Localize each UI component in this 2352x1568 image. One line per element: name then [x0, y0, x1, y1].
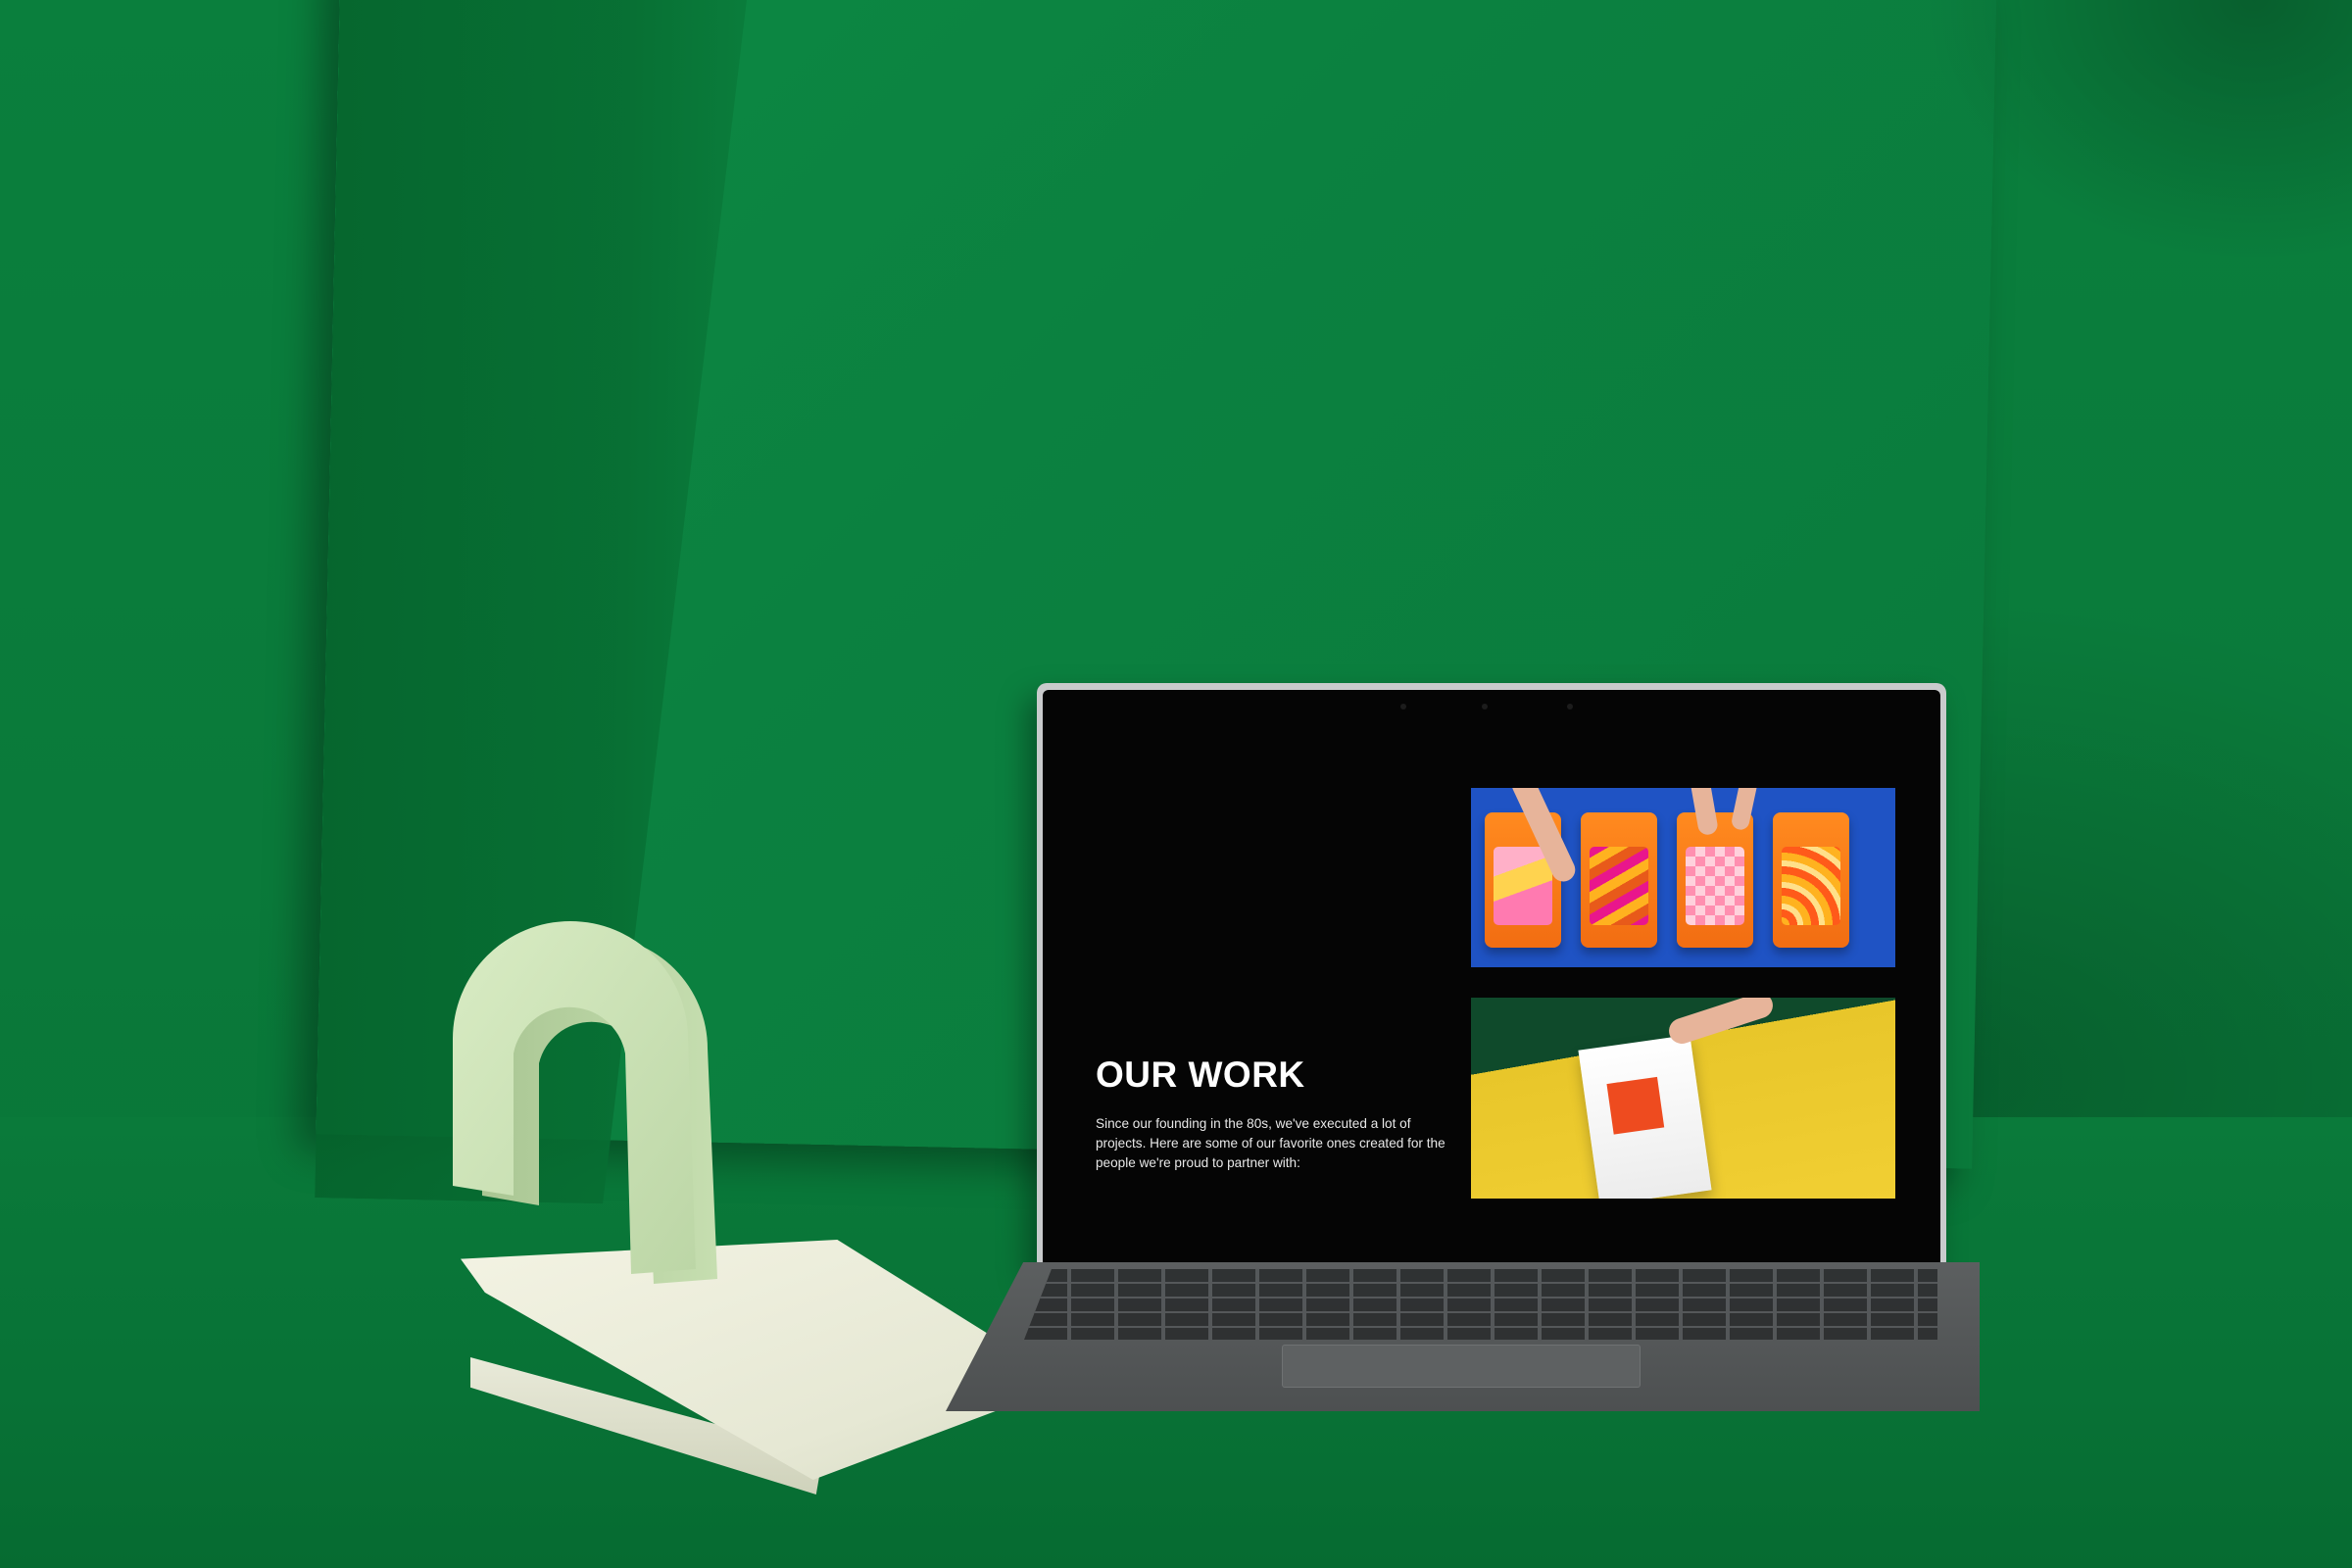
camera-sensor: [1400, 704, 1406, 710]
tray: [1677, 812, 1753, 948]
hand: [1665, 998, 1777, 1048]
camera-lens: [1482, 704, 1488, 710]
page-description: Since our founding in the 80s, we've exe…: [1096, 1116, 1446, 1170]
coffee-bag-photo: [1471, 998, 1895, 1199]
tray: [1773, 812, 1849, 948]
white-bag: [1578, 1034, 1712, 1199]
work-vertical-heading: WORK: [1924, 800, 1940, 1105]
hand: [1730, 788, 1759, 832]
bag-label: [1606, 1076, 1665, 1135]
keyboard-key-rows: [1024, 1269, 1937, 1340]
laptop-screen: WORK OUR WORK Since our founding in the …: [1043, 690, 1940, 1268]
tray: [1581, 812, 1657, 948]
photo-scene: WORK OUR WORK Since our founding in the …: [0, 0, 2352, 1568]
mint-arch-object: [453, 921, 717, 1284]
trackpad: [1282, 1345, 1641, 1388]
page-title: OUR WORK: [1096, 1054, 1305, 1095]
camera-sensor: [1567, 704, 1573, 710]
orange-trays-photo: [1471, 788, 1895, 967]
corner-shadow: [1862, 0, 2352, 588]
